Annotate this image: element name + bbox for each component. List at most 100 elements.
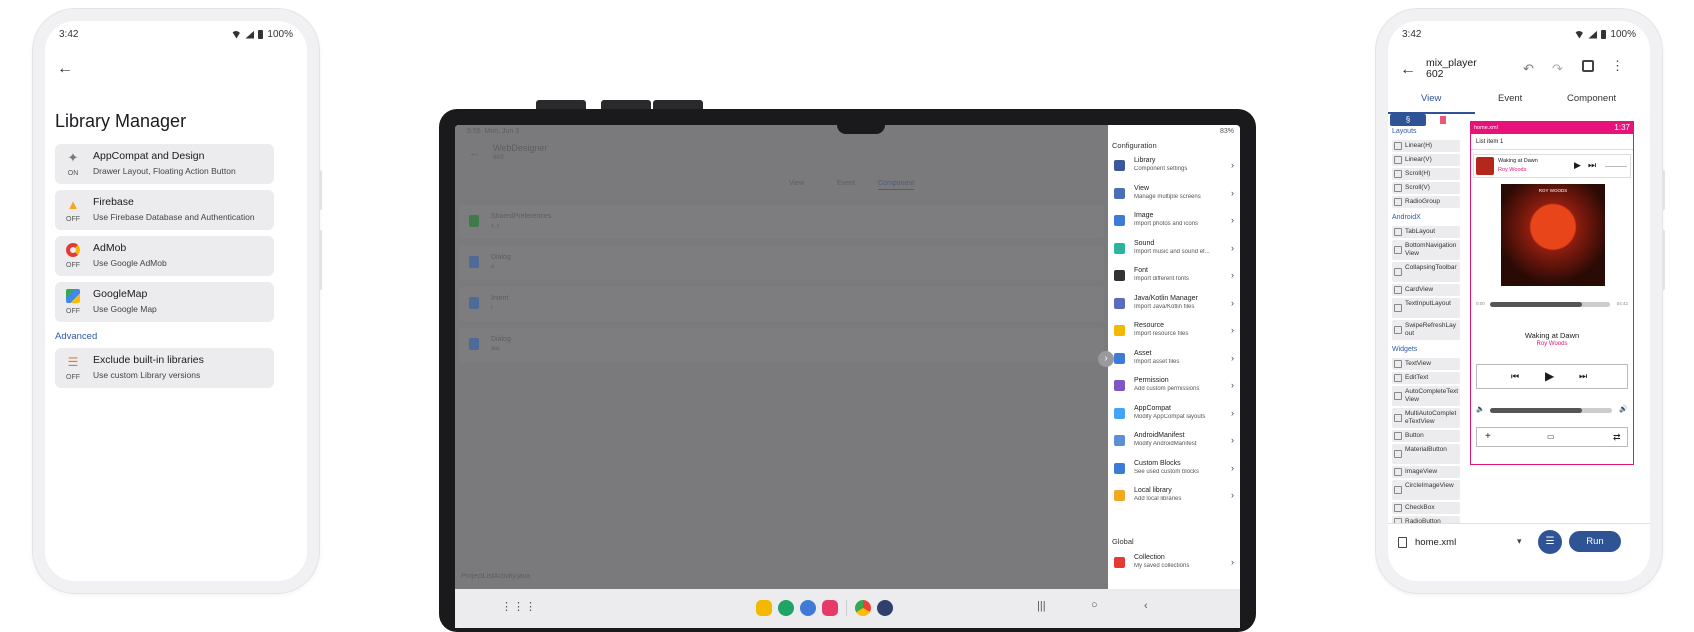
palette-widget[interactable]: ImageView (1392, 466, 1460, 478)
config-item[interactable]: Library Component settings › (1108, 152, 1240, 180)
sliders-icon: ☰ (67, 355, 79, 369)
save-icon[interactable] (1582, 60, 1594, 72)
component-row[interactable]: Dialog d (459, 246, 1104, 280)
palette-widget[interactable]: CardView (1392, 284, 1460, 296)
files-app-icon[interactable] (756, 600, 772, 616)
config-item[interactable]: AndroidManifest Modify AndroidManifest › (1108, 427, 1240, 455)
previous-icon[interactable]: ⏮ (1511, 371, 1519, 382)
config-item[interactable]: Sound Import music and sound ef... › (1108, 235, 1240, 263)
home-icon[interactable]: ○ (1091, 599, 1098, 611)
phone-app-icon[interactable] (778, 600, 794, 616)
config-item-name: Collection (1134, 554, 1165, 561)
app-grid-icon[interactable]: ⋮⋮⋮ (501, 600, 537, 613)
config-item-name: Permission (1134, 377, 1169, 384)
palette-widget[interactable]: Linear(V) (1392, 154, 1460, 166)
mini-play-icon[interactable]: ▶ (1574, 160, 1581, 171)
cast-icon[interactable]: ▭ (1547, 432, 1555, 441)
component-row[interactable]: Dialog dial (459, 328, 1104, 362)
undo-icon[interactable]: ↶ (1523, 61, 1534, 77)
config-item[interactable]: Local library Add local libraries › (1108, 482, 1240, 510)
camera-app-icon[interactable] (822, 600, 838, 616)
config-item[interactable]: Custom Blocks See used custom blocks › (1108, 455, 1240, 483)
config-item-collection[interactable]: Collection My saved collections › (1108, 549, 1240, 577)
tab-event[interactable]: Event (1498, 93, 1522, 104)
config-item[interactable]: Asset Import asset files › (1108, 345, 1240, 373)
nav-back-icon[interactable]: ‹ (1144, 600, 1148, 612)
config-item-desc: Import photos and icons (1134, 221, 1199, 227)
seek-bar[interactable]: 0:00 04:42 (1476, 300, 1628, 308)
repeat-icon[interactable]: ⇄ (1613, 432, 1621, 443)
library-appcompat[interactable]: ✦ ON AppCompat and Design Drawer Layout,… (55, 144, 274, 184)
next-icon[interactable]: ⏭ (1579, 371, 1587, 382)
palette-widget[interactable]: CircleImageView (1392, 480, 1460, 500)
widget-icon (1394, 184, 1402, 192)
palette-widget[interactable]: MultiAutoCompleteTextView (1392, 408, 1460, 428)
back-arrow-icon[interactable]: ← (469, 147, 480, 159)
chevron-right-icon: › (1231, 352, 1234, 363)
tab-view[interactable]: View (1421, 93, 1441, 104)
add-icon[interactable]: + (1485, 431, 1491, 442)
palette-widget[interactable]: Scroll(H) (1392, 168, 1460, 180)
config-item[interactable]: Font Import different fonts › (1108, 262, 1240, 290)
palette-widget[interactable]: CollapsingToolbar (1392, 262, 1460, 282)
config-item[interactable]: Java/Kotlin Manager Import Java/Kotlin fi… (1108, 290, 1240, 318)
play-icon[interactable]: ▶ (1545, 369, 1554, 383)
signal-icon (1588, 30, 1598, 39)
run-button[interactable]: Run (1569, 531, 1621, 552)
config-item-desc: Import different fonts (1134, 276, 1189, 282)
palette-widget[interactable]: Linear(H) (1392, 140, 1460, 152)
component-row[interactable]: SharedPreferences s_c (459, 205, 1104, 239)
chrome-app-icon[interactable] (855, 600, 871, 616)
component-name: Dialog (491, 336, 511, 343)
redo-icon[interactable]: ↷ (1552, 61, 1563, 77)
config-item[interactable]: AppCompat Modify AppCompat layouts › (1108, 400, 1240, 428)
tab-component[interactable]: Component (878, 180, 915, 190)
widget-label: Scroll(H) (1405, 170, 1431, 177)
back-arrow-icon[interactable]: ← (57, 60, 73, 78)
palette-widget[interactable]: Button (1392, 430, 1460, 442)
library-exclude-builtin[interactable]: ☰ OFF Exclude built-in libraries Use cus… (55, 348, 274, 388)
palette-widget[interactable]: MaterialButton (1392, 444, 1460, 464)
palette-widget[interactable]: RadioGroup (1392, 196, 1460, 208)
palette-widget[interactable]: Scroll(V) (1392, 182, 1460, 194)
mini-artist: Roy Woods (1498, 167, 1527, 173)
mini-progress (1605, 166, 1627, 167)
config-item-name: Java/Kotlin Manager (1134, 294, 1198, 302)
config-item[interactable]: View Manage multiple screens › (1108, 180, 1240, 208)
config-item[interactable]: Image Import photos and icons › (1108, 207, 1240, 235)
volume-bar[interactable]: 🔈 🔊 (1476, 405, 1628, 415)
config-item-desc: Component settings (1134, 166, 1188, 172)
library-admob[interactable]: OFF AdMob Use Google AdMob (55, 236, 274, 276)
widget-icon (1394, 268, 1402, 276)
settings-app-icon[interactable] (877, 600, 893, 616)
chevron-right-icon: › (1231, 270, 1234, 280)
more-vert-icon[interactable]: ⋮ (1611, 58, 1624, 74)
palette-widget[interactable]: TextView (1392, 358, 1460, 370)
component-row[interactable]: Intent i (459, 287, 1104, 321)
config-item[interactable]: Permission Add custom permissions › (1108, 372, 1240, 400)
chevron-down-icon[interactable]: ▾ (1517, 536, 1522, 547)
palette-widget[interactable]: TextInputLayout (1392, 298, 1460, 318)
library-googlemap[interactable]: OFF GoogleMap Use Google Map (55, 282, 274, 322)
tablet: 5:55 Mon, Jun 3 ← WebDesigner 602 View E… (439, 109, 1256, 632)
palette-widget[interactable]: TabLayout (1392, 226, 1460, 238)
palette-widget[interactable]: AutoCompleteTextView (1392, 386, 1460, 406)
tab-event[interactable]: Event (837, 180, 855, 187)
palette-widget[interactable]: EditText (1392, 372, 1460, 384)
mini-next-icon[interactable]: ⏭ (1588, 160, 1596, 171)
config-item-name: Resource (1134, 322, 1164, 329)
palette-widget[interactable]: CheckBox (1392, 502, 1460, 514)
library-firebase[interactable]: ▲ OFF Firebase Use Firebase Database and… (55, 190, 274, 230)
recents-icon[interactable]: ||| (1037, 600, 1046, 612)
messages-app-icon[interactable] (800, 600, 816, 616)
back-arrow-icon[interactable]: ← (1400, 61, 1416, 79)
config-item[interactable]: Resource Import resource files › (1108, 317, 1240, 345)
palette-widget[interactable]: BottomNavigationView (1392, 240, 1460, 260)
drawer-handle-icon[interactable]: › (1098, 351, 1114, 367)
palette-widget[interactable]: SwipeRefreshLayout (1392, 320, 1460, 340)
tab-component[interactable]: Component (1567, 93, 1616, 104)
project-id: 602 (1426, 68, 1444, 80)
tab-view[interactable]: View (789, 180, 804, 187)
current-file[interactable]: home.xml (1415, 537, 1456, 548)
settings-tune-icon[interactable]: ☰ (1538, 530, 1562, 554)
